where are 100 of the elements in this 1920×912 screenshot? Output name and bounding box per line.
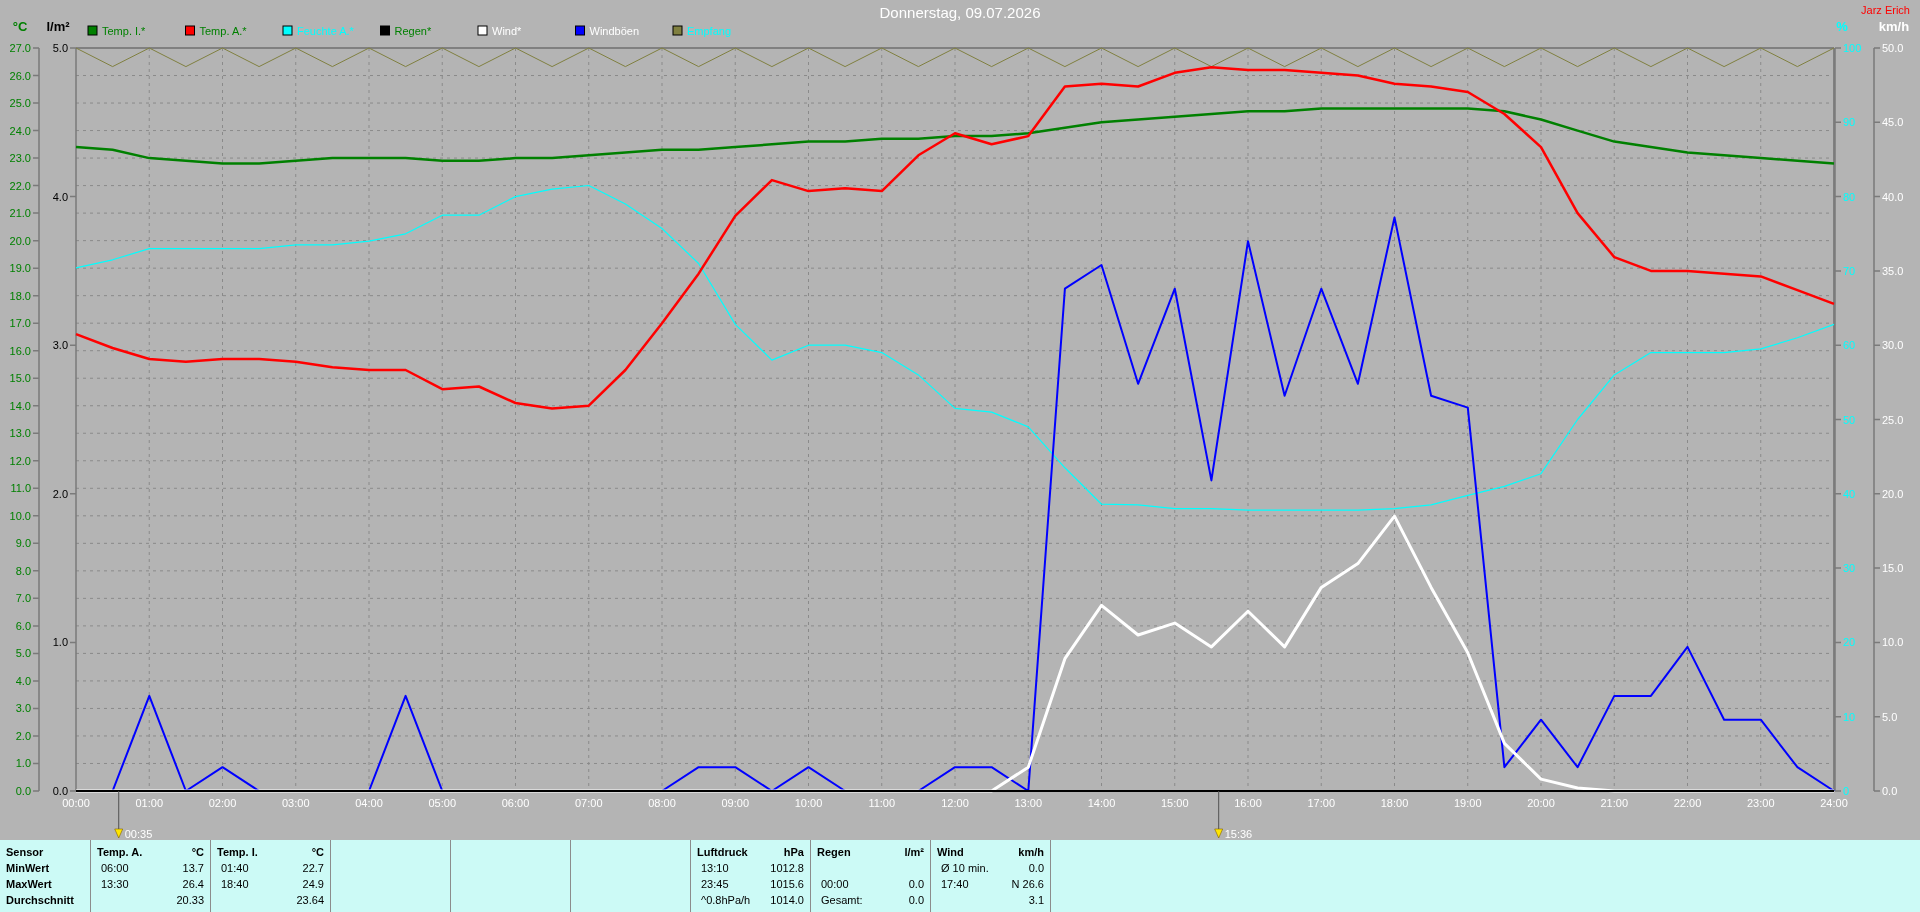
axis-tick-label: 10 [1843,710,1856,723]
axis-tick-label: 0.0 [1882,785,1898,797]
table-cell-text: 00:00 [820,877,849,892]
table-cell-text: 1012.8 [770,861,804,876]
column-unit: °C [191,845,204,860]
table-cell-text: 13.7 [182,861,204,876]
axis-tick-label: 15.0 [9,372,31,385]
x-tick-label: 17:00 [1307,797,1335,809]
table-cell-text: Ø 10 min. [940,861,989,876]
table-cell-text: 0.0 [908,877,924,892]
table-cell-text: 23:45 [700,877,729,892]
axis-tick-label: 50.0 [1882,42,1904,54]
axis-tick-label: 17.0 [9,317,31,330]
row-label: MaxWert [6,877,53,892]
axis-tick-label: 10.0 [9,509,31,522]
axis-tick-label: 15.0 [1882,562,1904,575]
legend-label: Empfang [687,25,732,37]
table-cell-text: 1015.6 [770,877,804,892]
x-tick-label: 15:00 [1161,797,1189,809]
axis-tick-label: 20 [1843,636,1856,649]
table-cell-text: 0.0 [1028,861,1044,876]
column-title: Temp. A. [97,845,143,860]
axis-tick-label: 0.0 [52,785,68,797]
axis-tick-label: 0.0 [15,785,31,797]
axis-tick-label: 13.0 [9,427,31,440]
axis-unit-label: km/h [1878,19,1910,34]
x-tick-label: 14:00 [1087,797,1116,809]
x-tick-label: 20:00 [1527,797,1555,809]
axis-tick-label: 0 [1843,785,1850,797]
x-tick-label: 24:00 [1820,797,1848,809]
table-cell-text: 1014.0 [770,893,804,908]
x-tick-label: 07:00 [575,797,603,809]
x-tick-label: 12:00 [941,797,969,809]
table-cell-text: 17:40 [940,877,969,892]
table-cell-text: Gesamt: [820,893,863,908]
table-cell-text: 20.33 [176,893,204,908]
axis-tick-label: 22.0 [9,179,31,192]
axis-tick-label: 14.0 [9,399,31,412]
table-cell-text: 23.64 [296,893,324,908]
axis-tick-label: 5.0 [1882,710,1898,723]
axis-tick-label: 35.0 [1882,264,1904,277]
x-tick-label: 23:00 [1747,797,1775,809]
user-name: Jarz Erich [1861,4,1910,16]
axis-tick-label: 24.0 [9,124,31,137]
axis-tick-label: 16.0 [9,344,31,357]
axis-tick-label: 12.0 [9,454,31,467]
table-cell-text: 0.0 [908,893,924,908]
x-tick-label: 02:00 [208,797,237,809]
axis-tick-label: 80 [1843,190,1856,203]
table-cell-text: 18:40 [220,877,249,892]
column-title: Luftdruck [697,845,748,860]
legend-label: Feuchte A.* [297,25,354,37]
legend-label: Windböen [589,25,640,37]
column-unit: hPa [783,845,804,860]
x-tick-label: 13:00 [1014,797,1042,809]
x-tick-label: 16:00 [1234,797,1262,809]
axis-tick-label: 90 [1843,116,1856,129]
axis-tick-label: 1.0 [15,757,31,770]
x-tick-label: 05:00 [428,797,456,809]
x-tick-label: 22:00 [1673,797,1702,809]
x-tick-label: 00:00 [62,797,90,809]
axis-tick-label: 20.0 [9,234,31,247]
chart-title: Donnerstag, 09.07.2026 [879,4,1041,21]
axis-tick-label: 6.0 [15,619,31,632]
legend-label: Wind* [492,25,522,37]
axis-tick-label: 3.0 [15,702,31,715]
axis-tick-label: 2.0 [15,729,31,742]
axis-tick-label: 4.0 [15,674,31,687]
axis-tick-label: 50 [1843,413,1856,426]
axis-unit-label: % [1836,19,1848,34]
axis-tick-label: 60 [1843,339,1856,352]
axis-tick-label: 25.0 [1882,413,1904,426]
axis-tick-label: 100 [1843,42,1862,54]
table-cell-text: ^0.8hPa/h [700,893,751,908]
axis-tick-label: 9.0 [15,537,31,550]
axis-tick-label: 40.0 [1882,190,1904,203]
axis-tick-label: 25.0 [9,97,31,110]
axis-tick-label: 27.0 [9,42,31,54]
column-unit: °C [311,845,324,860]
axis-tick-label: 4.0 [52,190,68,203]
table-cell-text: 13:30 [100,877,129,892]
x-tick-label: 09:00 [721,797,749,809]
axis-tick-label: 18.0 [9,289,31,302]
axis-tick-label: 30.0 [1882,339,1904,352]
x-tick-label: 19:00 [1454,797,1482,809]
x-tick-label: 06:00 [501,797,530,809]
column-title: Wind [937,845,964,860]
axis-tick-label: 70 [1843,264,1856,277]
table-cell-text: N 26.6 [1011,877,1044,892]
table-cell-text: 22.7 [302,861,324,876]
legend-label: Temp. A.* [199,25,247,37]
x-tick-label: 01:00 [135,797,163,809]
axis-unit-label: °C [12,19,28,34]
column-unit: l/m² [904,845,924,860]
axis-tick-label: 21.0 [9,207,31,220]
table-cell-text: 24.9 [302,877,324,892]
legend-label: Temp. I.* [102,25,146,37]
axis-tick-label: 23.0 [9,152,31,165]
column-unit: km/h [1018,845,1044,860]
axis-tick-label: 1.0 [52,636,68,649]
